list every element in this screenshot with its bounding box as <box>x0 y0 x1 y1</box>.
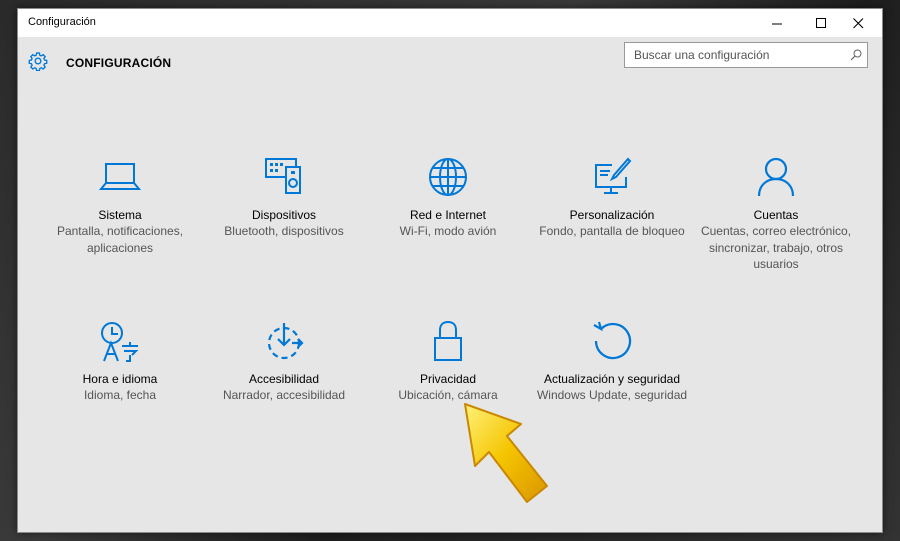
tile-desc: Cuentas, correo electrónico, sincronizar… <box>700 224 852 271</box>
tile-desc: Windows Update, seguridad <box>536 388 688 402</box>
search-box[interactable] <box>624 42 868 68</box>
tile-desc: Pantalla, notificaciones, aplicaciones <box>56 224 184 255</box>
settings-window: Configuración CONFIGURACIÓN Buscar una c… <box>17 8 883 533</box>
refresh-icon <box>593 321 632 360</box>
window-title: Configuración <box>28 16 96 28</box>
search-icon[interactable] <box>850 49 862 61</box>
tile-title: Accesibilidad <box>248 372 320 386</box>
lock-icon <box>434 320 462 361</box>
close-icon <box>852 17 863 28</box>
tile-dispositivos[interactable]: Dispositivos Bluetooth, dispositivos <box>204 155 364 240</box>
tile-title: Personalización <box>569 208 655 222</box>
tile-desc: Wi-Fi, modo avión <box>399 224 497 238</box>
tile-personalizacion[interactable]: Personalización Fondo, pantalla de bloqu… <box>532 155 692 240</box>
tile-hora-idioma[interactable]: Hora e idioma Idioma, fecha <box>40 319 200 404</box>
accessibility-icon <box>267 323 304 360</box>
paint-brush-monitor-icon <box>595 157 632 194</box>
title-bar: Configuración <box>18 9 882 37</box>
minimize-icon <box>771 23 782 24</box>
tile-cuentas[interactable]: Cuentas Cuentas, correo electrónico, sin… <box>696 155 856 273</box>
tile-red-internet[interactable]: Red e Internet Wi-Fi, modo avión <box>368 155 528 240</box>
tile-sistema[interactable]: Sistema Pantalla, notificaciones, aplica… <box>40 155 200 256</box>
time-language-icon <box>101 322 139 362</box>
tile-desc: Idioma, fecha <box>83 388 157 402</box>
search-input[interactable] <box>625 43 847 67</box>
maximize-button[interactable] <box>803 9 839 37</box>
close-button[interactable] <box>840 9 876 37</box>
laptop-icon <box>98 163 142 190</box>
person-icon <box>757 157 795 197</box>
gear-icon <box>28 52 48 71</box>
minimize-button[interactable] <box>759 9 795 37</box>
maximize-icon <box>815 17 826 28</box>
tile-title: Red e Internet <box>409 208 487 222</box>
tile-privacidad[interactable]: Privacidad Ubicación, cámara <box>368 319 528 404</box>
tile-desc: Bluetooth, dispositivos <box>224 224 344 238</box>
tile-title: Cuentas <box>753 208 799 222</box>
page-title: CONFIGURACIÓN <box>66 56 172 70</box>
tile-title: Sistema <box>98 208 142 222</box>
tile-desc: Fondo, pantalla de bloqueo <box>539 224 685 238</box>
pointer-arrow-icon <box>464 403 548 503</box>
tile-title: Dispositivos <box>251 208 317 222</box>
tile-desc: Narrador, accesibilidad <box>222 388 346 402</box>
tile-accesibilidad[interactable]: Accesibilidad Narrador, accesibilidad <box>204 319 364 404</box>
tile-title: Hora e idioma <box>82 372 158 386</box>
globe-icon <box>429 158 467 196</box>
tile-actualizacion-seguridad[interactable]: Actualización y seguridad Windows Update… <box>532 319 692 404</box>
tile-title: Actualización y seguridad <box>543 372 681 386</box>
tile-title: Privacidad <box>419 372 477 386</box>
keyboard-speaker-icon <box>265 158 301 194</box>
